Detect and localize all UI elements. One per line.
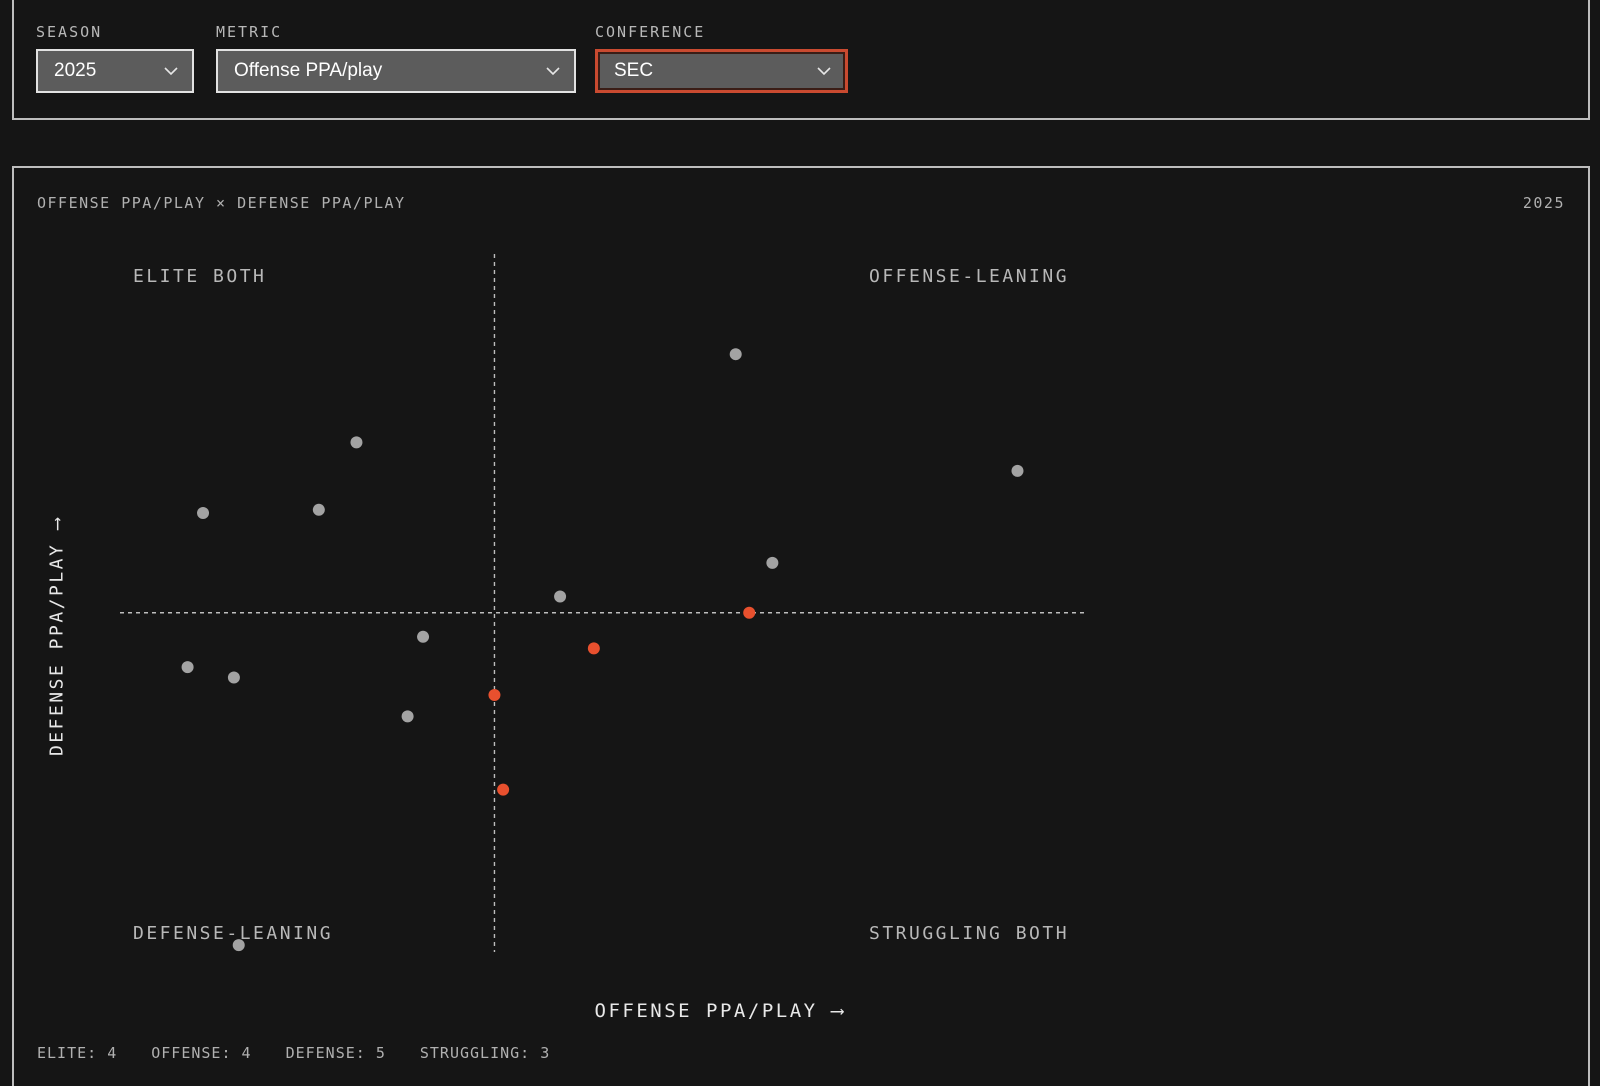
quadrant-label-elite-both: ELITE BOTH	[133, 266, 267, 287]
quadrant-label-offense-leaning: OFFENSE-LEANING	[869, 266, 1070, 287]
data-point[interactable]	[312, 503, 325, 516]
metric-value: Offense PPA/play	[234, 60, 383, 81]
quadrant-label-defense-leaning: DEFENSE-LEANING	[133, 923, 334, 944]
data-point-highlighted[interactable]	[743, 606, 756, 619]
data-point[interactable]	[197, 506, 210, 519]
count-defense: DEFENSE: 5	[285, 1044, 386, 1062]
conference-label: CONFERENCE	[595, 23, 706, 41]
conference-value: SEC	[614, 60, 654, 81]
data-point[interactable]	[350, 436, 363, 449]
data-points	[181, 348, 1024, 952]
data-point[interactable]	[766, 556, 779, 569]
conference-field: CONFERENCE SEC	[595, 22, 848, 93]
data-point[interactable]	[1011, 464, 1024, 477]
data-point-highlighted[interactable]	[587, 642, 600, 655]
data-point[interactable]	[729, 348, 742, 361]
metric-label: METRIC	[216, 23, 283, 41]
data-point-highlighted[interactable]	[488, 689, 501, 702]
data-point[interactable]	[401, 710, 414, 723]
data-point[interactable]	[181, 661, 194, 674]
scatter-plot	[120, 254, 1086, 952]
y-axis-label: DEFENSE PPA/PLAY ⟶	[46, 515, 68, 757]
chart-panel: OFFENSE PPA/PLAY × DEFENSE PPA/PLAY 2025…	[12, 166, 1590, 1086]
count-struggling: STRUGGLING: 3	[419, 1044, 551, 1062]
data-point[interactable]	[554, 590, 567, 603]
season-label: SEASON	[36, 23, 103, 41]
quadrant-counts: ELITE: 4 OFFENSE: 4 DEFENSE: 5 STRUGGLIN…	[37, 1044, 550, 1062]
quadrant-label-struggling-both: STRUGGLING BOTH	[869, 923, 1070, 944]
season-field: SEASON 2025	[36, 22, 194, 93]
count-elite: ELITE: 4	[37, 1044, 118, 1062]
x-axis-label: OFFENSE PPA/PLAY ⟶	[594, 1000, 846, 1022]
count-offense: OFFENSE: 4	[151, 1044, 252, 1062]
conference-select[interactable]: SEC	[595, 49, 848, 93]
metric-select[interactable]: Offense PPA/play	[216, 49, 576, 93]
data-point-highlighted[interactable]	[497, 783, 510, 796]
chevron-down-icon	[546, 66, 560, 76]
filter-panel: SEASON 2025 METRIC Offense PPA/play CONF…	[12, 0, 1590, 120]
season-value: 2025	[54, 60, 97, 81]
season-select[interactable]: 2025	[36, 49, 194, 93]
metric-field: METRIC Offense PPA/play	[216, 22, 576, 93]
chevron-down-icon	[817, 66, 831, 76]
data-point[interactable]	[227, 671, 240, 684]
chevron-down-icon	[164, 66, 178, 76]
data-point[interactable]	[417, 630, 430, 643]
